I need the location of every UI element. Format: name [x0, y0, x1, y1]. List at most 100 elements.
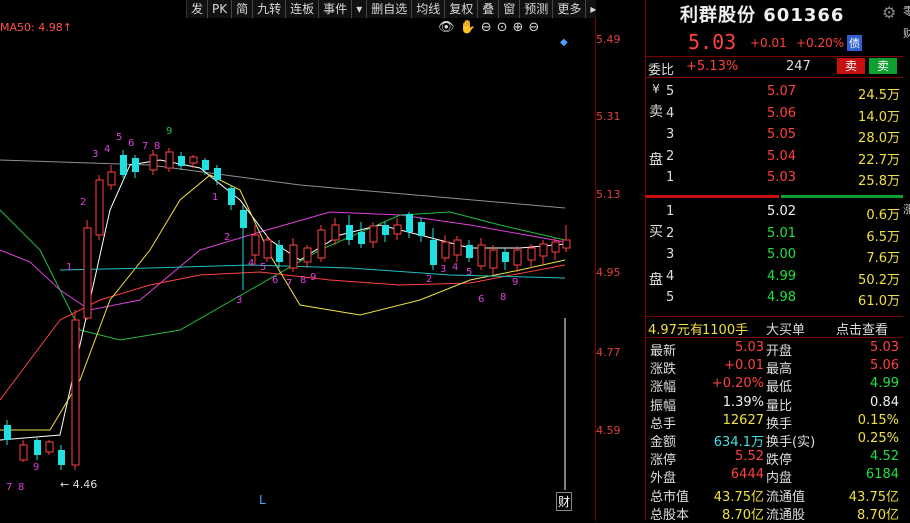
stats-table: 最新 5.03 开盘 5.03 涨跌 +0.01 最高 5.06 涨幅 +0.20% 最低 4.99 振…	[646, 339, 904, 523]
level-number: 3	[666, 247, 675, 262]
stat-label: 最新	[650, 344, 677, 359]
count-marker: 6	[128, 138, 134, 149]
level-price: 5.06	[767, 105, 796, 121]
sell-button[interactable]: 卖	[837, 58, 865, 74]
count-marker: 9	[166, 126, 172, 137]
count-marker: 2	[426, 274, 432, 285]
candle-body	[34, 440, 41, 455]
gear-icon[interactable]: ⚙	[882, 3, 896, 22]
stat-value: 8.70亿	[722, 507, 764, 523]
price-tick: 4.59	[596, 424, 621, 437]
edge-char	[903, 242, 910, 264]
count-marker: 9	[33, 462, 39, 473]
stat-label: 涨幅	[650, 380, 677, 396]
edge-char: 零	[903, 5, 910, 18]
stat-value: 0.15%	[857, 412, 899, 428]
kline-chart[interactable]: 发PK简九转连板事件▾删自选均线复权叠窗预测更多▸|× MA50: 4.98↑ …	[0, 0, 625, 521]
buy-level[interactable]: 2 5.01 6.5万	[666, 224, 904, 245]
edge-char	[903, 154, 910, 176]
count-marker: 5	[260, 262, 266, 273]
price-tick: 4.95	[596, 266, 621, 279]
stat-row: 最新 5.03 开盘 5.03	[646, 339, 904, 359]
level-price: 5.00	[767, 247, 796, 262]
price-row: 5.03 +0.01 +0.20% 债	[646, 30, 904, 54]
sell-level[interactable]: 5 5.07 24.5万	[666, 82, 904, 103]
candle-body	[71, 319, 80, 466]
candle-body	[95, 179, 104, 236]
edge-char	[903, 418, 910, 440]
candle-body	[346, 225, 353, 240]
edge-strip: 零财涨	[903, 0, 910, 521]
edge-char: 涨	[903, 203, 910, 216]
stat-label: 开盘	[766, 344, 793, 359]
finance-marker[interactable]: 财	[556, 492, 573, 511]
candle-body	[149, 154, 158, 171]
count-marker: 7	[142, 141, 148, 152]
buy-level[interactable]: 4 4.99 50.2万	[666, 267, 904, 288]
big-order-price: 4.97元有	[648, 323, 703, 338]
low-price-label: ← 4.46	[60, 478, 98, 491]
quote-panel: 利群股份 601366 ⚙ 5.03 +0.01 +0.20% 债 委比 +5.…	[645, 0, 904, 523]
count-marker: 3	[440, 264, 446, 275]
buy-button[interactable]: 卖	[869, 58, 897, 74]
stat-value: 5.03	[870, 340, 899, 355]
credit-tag[interactable]: 债	[847, 35, 862, 51]
order-ratio-value: +5.13%	[686, 59, 739, 74]
stat-value: 5.03	[735, 340, 764, 355]
count-marker: 1	[212, 192, 218, 203]
sell-level[interactable]: 3 5.05 28.0万	[666, 125, 904, 146]
stat-label: 总市值	[650, 489, 690, 505]
level-price: 4.99	[767, 268, 796, 284]
candle-body	[4, 425, 11, 440]
price-tick: 5.31	[596, 110, 621, 123]
level-number: 2	[666, 225, 675, 241]
edge-char	[903, 110, 910, 132]
price-tick: 5.13	[596, 188, 621, 201]
stat-value: 6184	[865, 467, 899, 483]
candle-body	[228, 188, 235, 205]
stat-value: 12627	[722, 412, 764, 428]
level-volume: 24.5万	[858, 88, 900, 103]
candle-body	[418, 222, 425, 236]
count-marker: 3	[92, 149, 98, 160]
candle-body	[107, 171, 116, 186]
sell-level[interactable]: 4 5.06 14.0万	[666, 104, 904, 125]
stat-label: 涨跌	[650, 362, 677, 378]
level-price: 5.03	[767, 170, 796, 185]
candle-body	[441, 241, 450, 259]
stat-row: 金额 634.1万 换手(实) 0.25%	[646, 430, 904, 450]
stat-value: 6444	[730, 467, 764, 483]
candle-body	[240, 210, 247, 228]
candle-body	[202, 160, 209, 170]
candle-body	[382, 225, 389, 235]
candle-body	[303, 247, 312, 263]
buy-level[interactable]: 5 4.98 61.0万	[666, 288, 904, 309]
stat-label: 外盘	[650, 471, 677, 487]
buy-level[interactable]: 3 5.00 7.6万	[666, 245, 904, 266]
price-tick: 4.77	[596, 346, 621, 359]
stat-label: 量比	[766, 398, 793, 414]
candle-body	[120, 155, 127, 175]
candle-body	[551, 241, 560, 253]
stat-value: 0.25%	[857, 430, 899, 446]
edge-char	[903, 308, 910, 330]
candle-body	[513, 249, 522, 266]
book-divider	[646, 195, 904, 198]
buy-level[interactable]: 1 5.02 0.6万	[666, 202, 904, 223]
candle-body	[165, 151, 174, 169]
big-order-link[interactable]: 点击查看	[836, 319, 888, 338]
stat-row: 总市值 43.75亿 流通值 43.75亿	[646, 485, 904, 505]
count-marker: 9	[310, 272, 316, 283]
order-ratio-label: 委比	[648, 63, 675, 78]
stat-label: 跌停	[766, 453, 793, 469]
sell-level[interactable]: 1 5.03 25.8万	[666, 168, 904, 189]
candle-body	[406, 214, 413, 232]
edge-char	[903, 176, 910, 198]
kline-plot[interactable]: 7 89123 456 7 891234 56 7 8 9 23 4 56 89	[0, 0, 595, 521]
price-change-pct: +0.20%	[796, 36, 845, 50]
sell-level[interactable]: 2 5.04 22.7万	[666, 147, 904, 168]
candle-body	[251, 234, 260, 256]
candle-body	[358, 232, 365, 244]
stat-label: 流通值	[766, 489, 806, 505]
buy-side-label: 买盘	[649, 224, 663, 288]
